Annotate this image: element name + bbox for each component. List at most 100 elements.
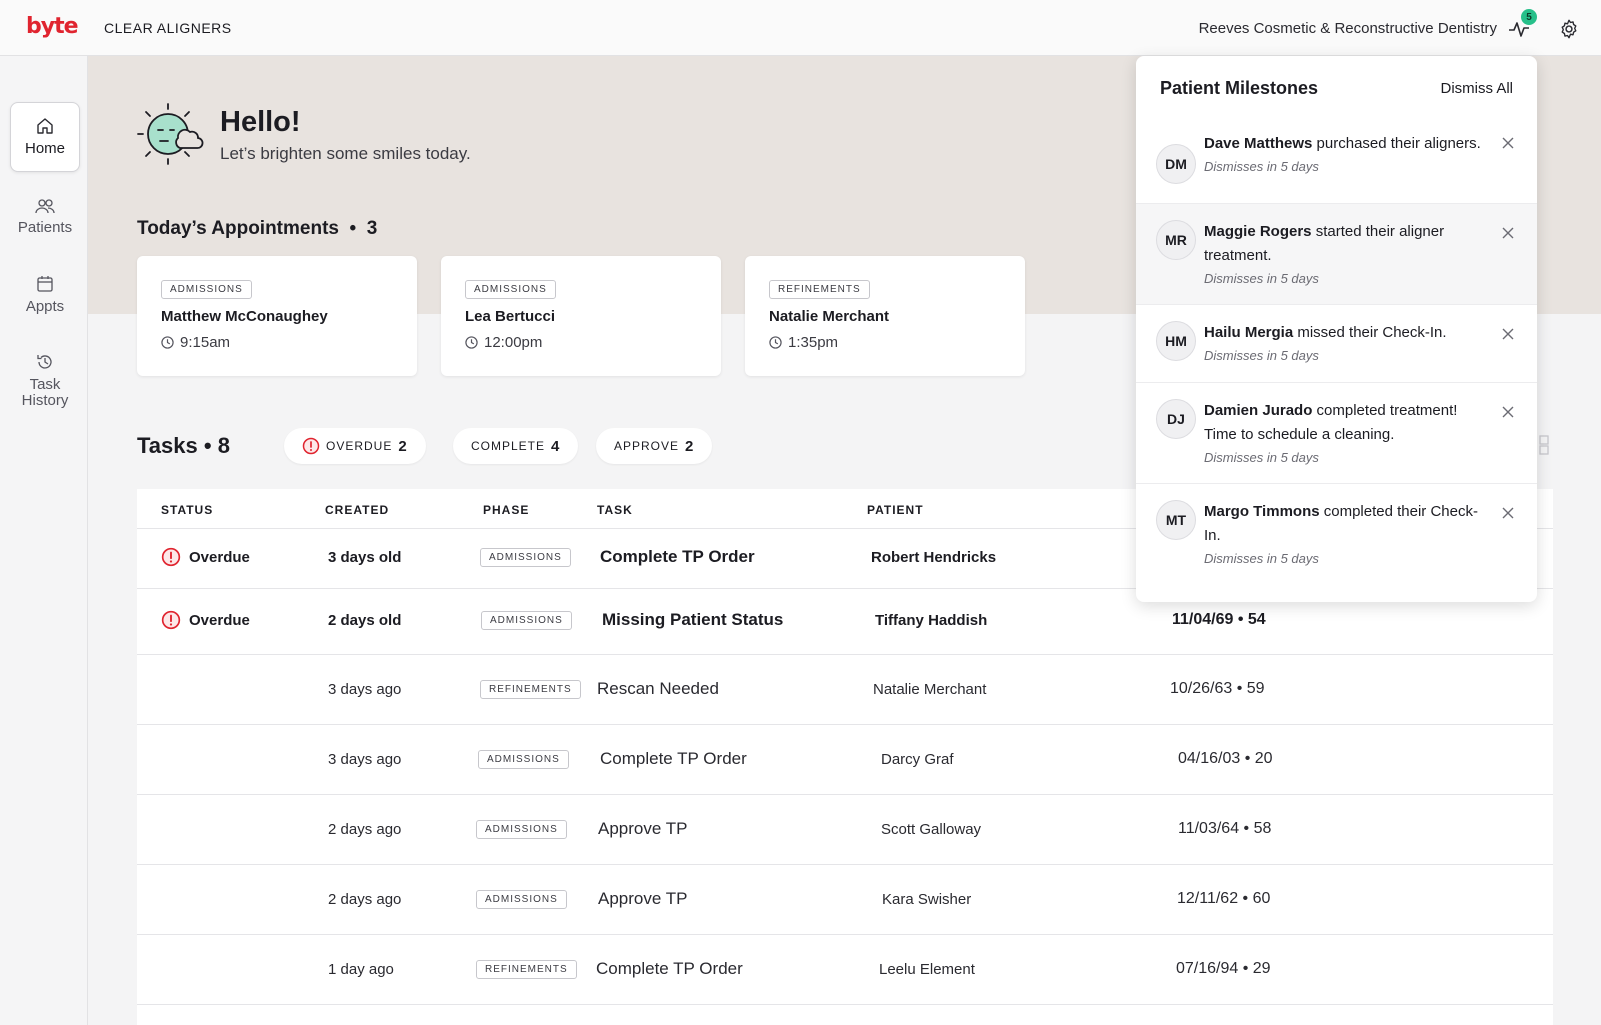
greeting-subtitle: Let’s brighten some smiles today.	[220, 144, 471, 163]
patient-cell[interactable]: Kara Swisher	[882, 891, 971, 908]
close-icon[interactable]	[1501, 506, 1515, 520]
created-cell: 2 days ago	[328, 821, 402, 838]
patient-cell[interactable]: Robert Hendricks	[871, 549, 996, 566]
close-icon[interactable]	[1501, 226, 1515, 240]
column-header-phase[interactable]: PHASE	[483, 503, 529, 517]
appointment-time: 12:00pm	[465, 334, 542, 351]
column-header-created[interactable]: CREATED	[325, 503, 389, 517]
users-icon	[35, 199, 55, 214]
milestone-item: DM Dave Matthews purchased their aligner…	[1136, 126, 1537, 204]
phase-tag: ADMISSIONS	[481, 611, 572, 630]
filter-approve[interactable]: APPROVE 2	[596, 428, 713, 464]
created-cell: 3 days old	[328, 549, 402, 566]
sidebar: Home Patients Appts Task History	[0, 56, 88, 1025]
tasks-count: 8	[217, 433, 230, 458]
milestone-text: Damien Jurado completed treatment! Time …	[1204, 399, 1488, 469]
patient-milestones-panel: Patient Milestones Dismiss All DM Dave M…	[1136, 56, 1537, 602]
appointment-card[interactable]: ADMISSIONS Lea Bertucci 12:00pm	[441, 256, 721, 376]
appointment-card[interactable]: ADMISSIONS Matthew McConaughey 9:15am	[137, 256, 417, 376]
column-header-task[interactable]: TASK	[597, 503, 633, 517]
notification-badge: 5	[1521, 9, 1537, 25]
task-cell[interactable]: Rescan Needed	[597, 679, 719, 699]
created-cell: 2 days old	[328, 612, 402, 629]
sidebar-item-appts[interactable]: Appts	[10, 260, 80, 330]
milestone-item: DJ Damien Jurado completed treatment! Ti…	[1136, 383, 1537, 484]
calendar-icon	[37, 276, 53, 292]
dob-cell: 11/03/64 • 58	[1178, 820, 1272, 837]
phase-tag: ADMISSIONS	[476, 890, 567, 909]
clock-icon	[161, 336, 174, 349]
close-icon[interactable]	[1501, 405, 1515, 419]
phase-tag: ADMISSIONS	[476, 820, 567, 839]
milestone-dismiss-note: Dismisses in 5 days	[1204, 348, 1319, 363]
filter-overdue[interactable]: OVERDUE 2	[284, 428, 426, 464]
sidebar-item-label: Home	[24, 140, 65, 157]
task-cell[interactable]: Approve TP	[598, 889, 687, 909]
milestone-text: Hailu Mergia missed their Check-In. Dism…	[1204, 321, 1488, 367]
status-cell: Overdue	[161, 610, 250, 630]
close-icon[interactable]	[1501, 136, 1515, 150]
task-cell[interactable]: Complete TP Order	[600, 547, 755, 567]
column-header-status[interactable]: STATUS	[161, 503, 213, 517]
dob-cell: 07/16/94 • 29	[1176, 960, 1271, 977]
dob-cell: 12/11/62 • 60	[1177, 890, 1271, 907]
milestone-text: Maggie Rogers started their aligner trea…	[1204, 220, 1488, 290]
appointment-card[interactable]: REFINEMENTS Natalie Merchant 1:35pm	[745, 256, 1025, 376]
patient-cell[interactable]: Tiffany Haddish	[875, 612, 987, 629]
milestone-dismiss-note: Dismisses in 5 days	[1204, 159, 1319, 174]
practice-name: Reeves Cosmetic & Reconstructive Dentist…	[1198, 20, 1497, 37]
gear-icon[interactable]	[1558, 18, 1580, 40]
task-cell[interactable]: Complete TP Order	[600, 749, 747, 769]
phase-tag: ADMISSIONS	[478, 750, 569, 769]
dismiss-all-button[interactable]: Dismiss All	[1440, 80, 1513, 97]
task-cell[interactable]: Approve TP	[598, 819, 687, 839]
sidebar-item-patients[interactable]: Patients	[10, 182, 80, 252]
dob-cell: 04/16/03 • 20	[1178, 750, 1273, 767]
tasks-heading: Tasks • 8	[137, 433, 230, 458]
milestone-dismiss-note: Dismisses in 5 days	[1204, 551, 1319, 566]
alert-icon	[161, 547, 181, 567]
patient-cell[interactable]: Leelu Element	[879, 961, 975, 978]
avatar: MR	[1156, 220, 1196, 260]
home-icon	[37, 118, 53, 134]
dob-cell: 10/26/63 • 59	[1170, 680, 1265, 697]
appointments-heading: Today’s Appointments • 3	[137, 218, 378, 239]
column-header-patient[interactable]: PATIENT	[867, 503, 924, 517]
sidebar-item-label: Appts	[25, 298, 65, 315]
appointment-time: 1:35pm	[769, 334, 838, 351]
created-cell: 3 days ago	[328, 681, 402, 698]
appointment-time: 9:15am	[161, 334, 230, 351]
grid-view-icon[interactable]	[1536, 432, 1554, 456]
appointment-patient-name: Lea Bertucci	[465, 308, 556, 325]
phase-tag: ADMISSIONS	[465, 280, 556, 299]
table-row[interactable]: 2 days ago ADMISSIONS Approve TP Kara Sw…	[137, 865, 1553, 935]
top-bar: byte CLEAR ALIGNERS Reeves Cosmetic & Re…	[0, 0, 1601, 56]
close-icon[interactable]	[1501, 327, 1515, 341]
clock-icon	[769, 336, 782, 349]
task-cell[interactable]: Missing Patient Status	[602, 610, 783, 630]
table-row[interactable]: 3 days ago REFINEMENTS Rescan Needed Nat…	[137, 655, 1553, 725]
phase-tag: ADMISSIONS	[480, 548, 571, 567]
filter-complete[interactable]: COMPLETE 4	[453, 428, 579, 464]
table-row[interactable]: 3 days ago ADMISSIONS Complete TP Order …	[137, 725, 1553, 795]
task-cell[interactable]: Complete TP Order	[596, 959, 743, 979]
history-icon	[37, 355, 52, 369]
panel-title: Patient Milestones	[1160, 78, 1319, 98]
patient-cell[interactable]: Natalie Merchant	[873, 681, 986, 698]
milestone-item: HM Hailu Mergia missed their Check-In. D…	[1136, 305, 1537, 383]
phase-tag: ADMISSIONS	[161, 280, 252, 299]
sidebar-item-home[interactable]: Home	[10, 102, 80, 172]
milestone-item: MR Maggie Rogers started their aligner t…	[1136, 204, 1537, 305]
table-row[interactable]: 1 day ago REFINEMENTS Complete TP Order …	[137, 935, 1553, 1005]
patient-cell[interactable]: Scott Galloway	[881, 821, 981, 838]
byte-logo[interactable]: byte	[26, 14, 79, 39]
sidebar-item-task-history[interactable]: Task History	[10, 346, 80, 416]
milestone-text: Dave Matthews purchased their aligners. …	[1204, 132, 1488, 178]
table-row[interactable]: 2 days ago ADMISSIONS Approve TP Scott G…	[137, 795, 1553, 865]
created-cell: 2 days ago	[328, 891, 402, 908]
created-cell: 1 day ago	[328, 961, 394, 978]
dob-cell: 11/04/69 • 54	[1172, 611, 1266, 628]
patient-cell[interactable]: Darcy Graf	[881, 751, 954, 768]
milestone-dismiss-note: Dismisses in 5 days	[1204, 271, 1319, 286]
phase-tag: REFINEMENTS	[769, 280, 870, 299]
